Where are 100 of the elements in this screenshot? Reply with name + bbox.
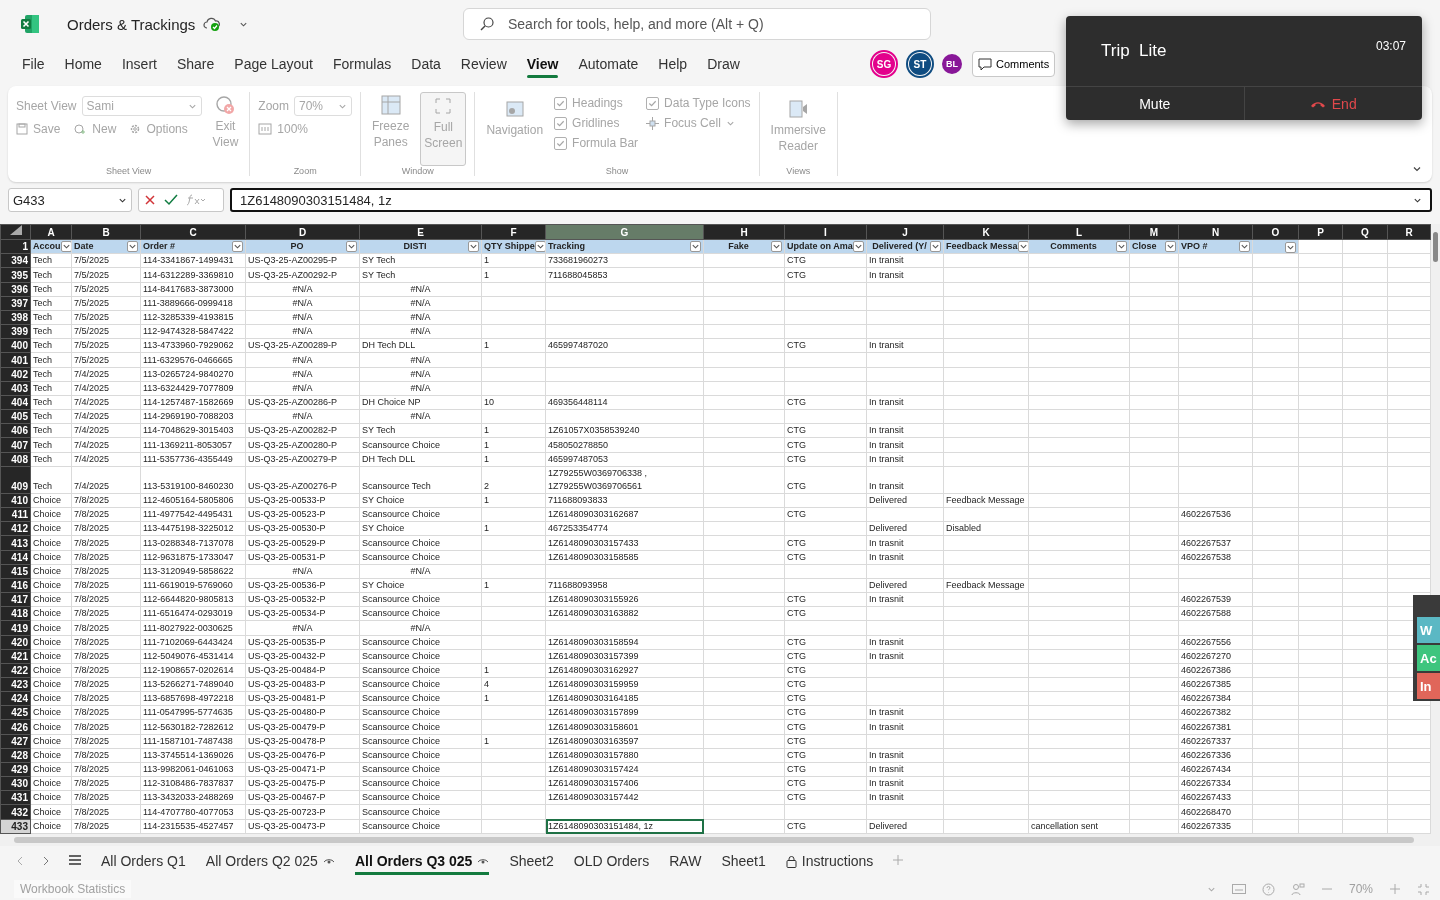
table-cell: In trasnit bbox=[866, 635, 944, 650]
table-cell: 7/8/2025 bbox=[71, 734, 141, 749]
table-cell: US-Q3-25-AZ00286-P bbox=[245, 395, 360, 410]
table-cell: 4602267384 bbox=[1178, 691, 1253, 706]
filter-button[interactable] bbox=[468, 241, 479, 253]
menu-tab[interactable]: Help bbox=[648, 50, 698, 78]
filter-button[interactable] bbox=[690, 241, 701, 253]
document-title[interactable]: Orders & Trackings bbox=[67, 15, 196, 33]
column-header[interactable]: R bbox=[1387, 224, 1431, 240]
call-title: Trip Lite bbox=[1101, 41, 1167, 61]
column-header[interactable]: A bbox=[30, 224, 72, 240]
sheet-tab[interactable]: Sheet2 bbox=[500, 847, 563, 875]
table-cell: Scansource Choice bbox=[359, 804, 482, 820]
column-header[interactable]: G bbox=[545, 224, 704, 240]
table-cell: CTG bbox=[784, 635, 867, 650]
filter-button[interactable] bbox=[1116, 241, 1127, 253]
filter-button[interactable] bbox=[853, 241, 864, 253]
menu-tab[interactable]: Home bbox=[54, 50, 112, 78]
column-title: QTY Shippe bbox=[484, 240, 535, 253]
table-cell: 1Z79255W0369706338 , 1Z79255W0369706561 bbox=[545, 466, 704, 494]
filter-button[interactable] bbox=[127, 241, 138, 253]
table-cell: US-Q3-25-00483-P bbox=[245, 677, 360, 692]
table-cell: CTG bbox=[784, 437, 867, 452]
column-header[interactable]: N bbox=[1178, 224, 1253, 240]
horizontal-scrollbar[interactable] bbox=[0, 834, 1440, 846]
column-header[interactable]: P bbox=[1298, 224, 1343, 240]
column-header[interactable]: B bbox=[71, 224, 141, 240]
table-cell: US-Q3-25-00471-P bbox=[245, 762, 360, 777]
filter-button[interactable] bbox=[60, 241, 71, 253]
avatar[interactable]: BL bbox=[942, 54, 962, 74]
menu-tab[interactable]: Share bbox=[166, 50, 225, 78]
row-number[interactable]: 409 bbox=[0, 466, 31, 494]
select-all-icon[interactable] bbox=[9, 225, 22, 236]
table-cell: 112-3108486-7837837 bbox=[140, 776, 246, 791]
menu-tab[interactable]: Draw bbox=[697, 50, 750, 78]
column-header[interactable]: O bbox=[1252, 224, 1299, 240]
mute-button[interactable]: Mute bbox=[1066, 87, 1244, 120]
column-header[interactable]: C bbox=[140, 224, 246, 240]
menu-icon[interactable] bbox=[68, 853, 82, 866]
menu-tab[interactable]: Page Layout bbox=[224, 50, 323, 78]
cancel-icon[interactable] bbox=[144, 194, 156, 206]
column-header[interactable]: J bbox=[866, 224, 944, 240]
sheet-tab[interactable]: All Orders Q1 bbox=[92, 847, 195, 875]
sheet-tab[interactable]: RAW bbox=[660, 847, 711, 875]
table-cell: 1Z6148090303158594 bbox=[545, 635, 704, 650]
table-cell: 7/8/2025 bbox=[71, 606, 141, 621]
scrollbar-thumb[interactable] bbox=[1433, 232, 1438, 262]
table-cell: 7/5/2025 bbox=[71, 352, 141, 368]
next-sheet-icon[interactable] bbox=[42, 855, 50, 866]
menu-tab[interactable]: Automate bbox=[568, 50, 649, 78]
sheet-tab[interactable]: OLD Orders bbox=[564, 847, 659, 875]
name-box[interactable]: G433 bbox=[8, 188, 132, 212]
table-cell: 1 bbox=[481, 734, 546, 749]
filter-button[interactable] bbox=[1165, 241, 1176, 253]
sheet-tab[interactable]: Sheet1 bbox=[712, 847, 775, 875]
filter-button[interactable] bbox=[930, 241, 941, 253]
table-cell: 112-6644820-9805813 bbox=[140, 592, 246, 607]
filter-button[interactable] bbox=[1017, 241, 1028, 253]
filter-button[interactable] bbox=[1285, 242, 1296, 253]
chevron-down-icon bbox=[469, 242, 478, 252]
table-cell: CTG bbox=[784, 395, 867, 410]
filter-button[interactable] bbox=[232, 241, 243, 253]
menu-tab[interactable]: Review bbox=[450, 50, 517, 78]
menu-tab[interactable]: Insert bbox=[111, 50, 167, 78]
column-header[interactable]: K bbox=[943, 224, 1029, 240]
column-header[interactable]: I bbox=[784, 224, 867, 240]
table-cell: 7/8/2025 bbox=[71, 748, 141, 763]
confirm-icon[interactable] bbox=[164, 194, 178, 206]
column-header[interactable]: M bbox=[1129, 224, 1179, 240]
column-header[interactable]: H bbox=[703, 224, 785, 240]
table-cell: 1Z6148090303164185 bbox=[545, 691, 704, 706]
menu-tab[interactable]: View bbox=[516, 50, 569, 78]
formula-field[interactable]: 1Z6148090303151484, 1z bbox=[230, 188, 1432, 212]
filter-button[interactable] bbox=[346, 241, 357, 253]
table-cell: 114-2969190-7088203 bbox=[140, 409, 246, 424]
sheet-tab[interactable]: All Orders Q2 025 bbox=[196, 847, 344, 875]
filter-button[interactable] bbox=[534, 241, 545, 253]
search-field[interactable]: Search for tools, help, and more (Alt + Q) bbox=[463, 8, 931, 40]
table-cell: Scansource Choice bbox=[359, 592, 482, 607]
avatar[interactable]: ST bbox=[906, 50, 934, 78]
filter-button[interactable] bbox=[1239, 241, 1250, 253]
table-cell: 4602267588 bbox=[1178, 606, 1253, 621]
table-cell: Tech bbox=[30, 452, 72, 467]
sheet-tab[interactable]: Instructions bbox=[776, 847, 883, 875]
column-header[interactable]: F bbox=[481, 224, 546, 240]
menu-tab[interactable]: Formulas bbox=[322, 50, 402, 78]
menu-tab[interactable]: Data bbox=[401, 50, 451, 78]
column-header[interactable]: E bbox=[359, 224, 482, 240]
sheet-tab[interactable]: All Orders Q3 025 bbox=[345, 847, 499, 875]
menu-tab[interactable]: File bbox=[12, 50, 55, 78]
table-cell: 1 bbox=[481, 578, 546, 593]
comments-button[interactable]: Comments bbox=[972, 51, 1056, 77]
avatar[interactable]: SG bbox=[870, 50, 898, 78]
column-header[interactable]: D bbox=[245, 224, 360, 240]
column-header[interactable]: Q bbox=[1342, 224, 1388, 240]
column-header[interactable]: L bbox=[1028, 224, 1130, 240]
table-cell: 4602267270 bbox=[1178, 649, 1253, 664]
table-cell: 114-3341867-1499431 bbox=[140, 253, 246, 268]
table-cell: 4602267538 bbox=[1178, 550, 1253, 565]
filter-button[interactable] bbox=[771, 241, 782, 253]
